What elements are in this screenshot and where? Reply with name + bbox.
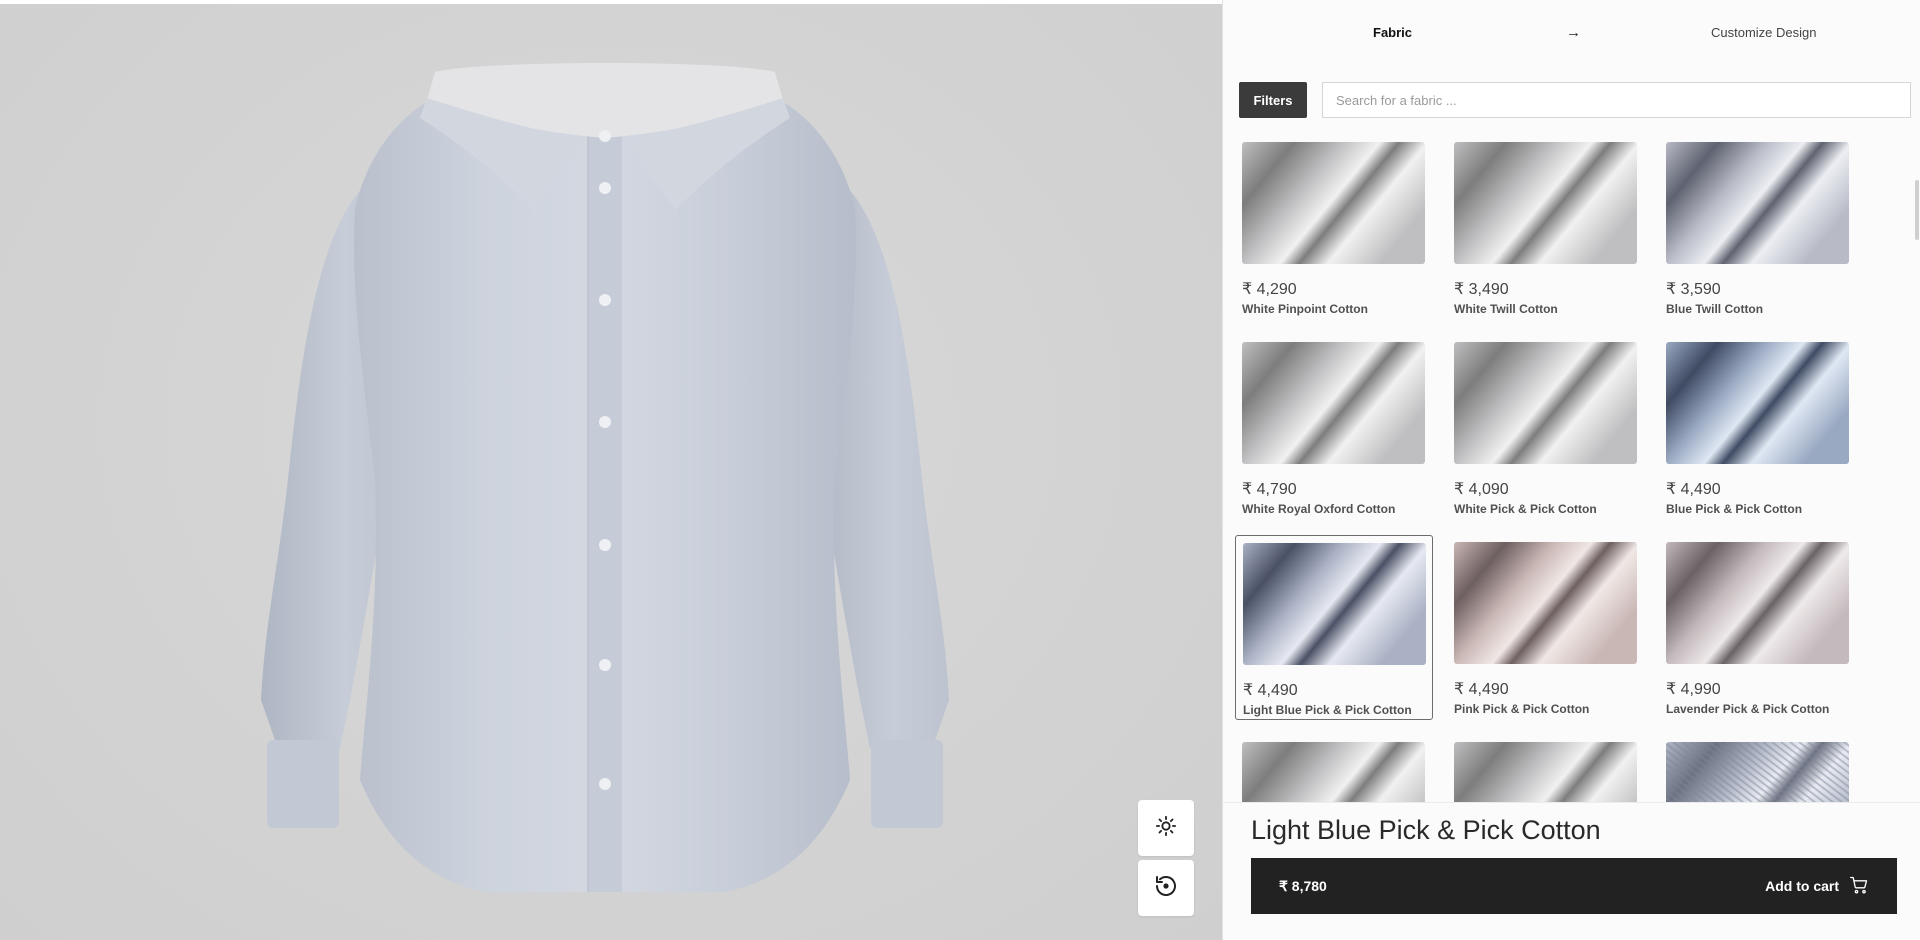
fabric-card[interactable]: ₹ 4,490 Pink Pick & Pick Cotton bbox=[1447, 535, 1645, 720]
total-price: ₹ 8,780 bbox=[1279, 877, 1327, 894]
fabric-card[interactable]: ₹ 4,990 Lavender Pick & Pick Cotton bbox=[1659, 535, 1857, 720]
step-navigation: Fabric → Customize Design bbox=[1223, 4, 1920, 60]
selected-fabric-name: Light Blue Pick & Pick Cotton bbox=[1251, 815, 1601, 845]
fabric-swatch-image bbox=[1666, 542, 1849, 664]
fabric-grid: ₹ 4,290 White Pinpoint Cotton ₹ 3,490 Whit… bbox=[1223, 136, 1920, 804]
fabric-swatch-image bbox=[1454, 142, 1637, 264]
fabric-price: ₹ 4,490 bbox=[1454, 681, 1509, 698]
fabric-card[interactable]: ₹ 3,490 White Twill Cotton bbox=[1447, 136, 1645, 320]
fabric-price: ₹ 4,790 bbox=[1242, 481, 1297, 498]
fabric-card[interactable]: ₹ 4,490 Blue Pick & Pick Cotton bbox=[1659, 335, 1857, 520]
fabric-name: Blue Pick & Pick Cotton bbox=[1666, 502, 1803, 516]
fabric-name: Lavender Pick & Pick Cotton bbox=[1666, 702, 1830, 716]
step-customize-design[interactable]: Customize Design bbox=[1711, 25, 1817, 40]
fabric-price: ₹ 3,490 bbox=[1454, 281, 1509, 298]
fabric-card[interactable] bbox=[1659, 735, 1857, 804]
add-to-cart-button[interactable]: ₹ 8,780 Add to cart bbox=[1251, 858, 1897, 914]
arrow-right-icon: → bbox=[1566, 23, 1581, 41]
fabric-price: ₹ 3,590 bbox=[1666, 281, 1721, 298]
fabric-swatch-image bbox=[1666, 342, 1849, 464]
fabric-name: Pink Pick & Pick Cotton bbox=[1454, 702, 1590, 716]
fabric-price: ₹ 4,490 bbox=[1243, 682, 1298, 699]
fabric-swatch-image bbox=[1454, 342, 1637, 464]
shirt-3d-model[interactable] bbox=[255, 60, 955, 910]
cart-icon bbox=[1849, 875, 1869, 898]
lighting-button[interactable] bbox=[1138, 800, 1194, 856]
filters-button[interactable]: Filters bbox=[1239, 82, 1307, 118]
fabric-swatch-image bbox=[1666, 142, 1849, 264]
fabric-price: ₹ 4,090 bbox=[1454, 481, 1509, 498]
reset-view-icon bbox=[1154, 874, 1178, 903]
fabric-name: White Pick & Pick Cotton bbox=[1454, 502, 1597, 516]
fabric-swatch-image bbox=[1243, 543, 1426, 665]
fabric-swatch-image bbox=[1242, 342, 1425, 464]
fabric-price: ₹ 4,990 bbox=[1666, 681, 1721, 698]
scrollbar[interactable] bbox=[1915, 180, 1919, 240]
fabric-swatch-image bbox=[1242, 142, 1425, 264]
add-to-cart-label: Add to cart bbox=[1765, 878, 1839, 894]
step-fabric[interactable]: Fabric bbox=[1373, 25, 1412, 40]
fabric-card[interactable]: ₹ 3,590 Blue Twill Cotton bbox=[1659, 136, 1857, 320]
reset-view-button[interactable] bbox=[1138, 860, 1194, 916]
fabric-swatch-image bbox=[1454, 542, 1637, 664]
fabric-panel: Fabric → Customize Design Filters Search… bbox=[1222, 0, 1920, 940]
fabric-price: ₹ 4,290 bbox=[1242, 281, 1297, 298]
fabric-name: White Pinpoint Cotton bbox=[1242, 302, 1368, 316]
selection-footer: Light Blue Pick & Pick Cotton ₹ 8,780 Ad… bbox=[1223, 802, 1920, 940]
fabric-card[interactable] bbox=[1447, 735, 1645, 804]
fabric-name: Blue Twill Cotton bbox=[1666, 302, 1764, 316]
fabric-name: Light Blue Pick & Pick Cotton bbox=[1243, 703, 1412, 717]
fabric-card[interactable] bbox=[1235, 735, 1433, 804]
fabric-search-input[interactable] bbox=[1322, 82, 1911, 118]
fabric-card[interactable]: ₹ 4,090 White Pick & Pick Cotton bbox=[1447, 335, 1645, 520]
fabric-name: White Twill Cotton bbox=[1454, 302, 1558, 316]
fabric-swatch-image bbox=[1454, 742, 1637, 804]
shirt-viewer[interactable] bbox=[0, 0, 1222, 940]
fabric-card[interactable]: ₹ 4,290 White Pinpoint Cotton bbox=[1235, 136, 1433, 320]
fabric-swatch-image bbox=[1666, 742, 1849, 804]
fabric-price: ₹ 4,490 bbox=[1666, 481, 1721, 498]
fabric-card[interactable]: ₹ 4,790 White Royal Oxford Cotton bbox=[1235, 335, 1433, 520]
sun-icon bbox=[1155, 815, 1177, 842]
fabric-swatch-image bbox=[1242, 742, 1425, 804]
fabric-card[interactable]: ₹ 4,490 Light Blue Pick & Pick Cotton bbox=[1235, 535, 1433, 720]
fabric-name: White Royal Oxford Cotton bbox=[1242, 502, 1396, 516]
